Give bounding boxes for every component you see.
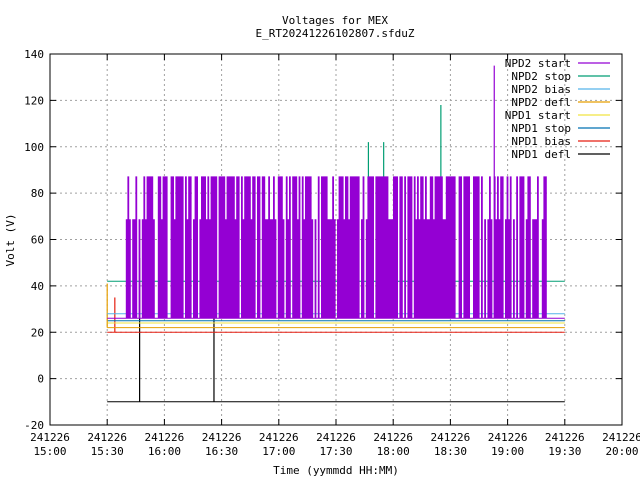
legend-label: NPD1 stop bbox=[511, 122, 571, 135]
legend-label: NPD2 stop bbox=[511, 70, 571, 83]
y-tick-label: 20 bbox=[31, 326, 44, 339]
x-tick-label-time: 19:30 bbox=[548, 445, 581, 458]
legend-label: NPD2 bias bbox=[511, 83, 571, 96]
x-tick-label-time: 16:00 bbox=[148, 445, 181, 458]
x-tick-label-date: 241226 bbox=[202, 431, 242, 444]
x-tick-label-time: 18:30 bbox=[434, 445, 467, 458]
x-tick-label-date: 241226 bbox=[316, 431, 356, 444]
series-line bbox=[107, 176, 565, 319]
y-tick-label: 60 bbox=[31, 234, 44, 247]
x-tick-label-date: 241226 bbox=[373, 431, 413, 444]
x-tick-label-time: 16:30 bbox=[205, 445, 238, 458]
x-tick-label-date: 241226 bbox=[545, 431, 585, 444]
y-tick-label: 0 bbox=[37, 373, 44, 386]
x-tick-label-date: 241226 bbox=[431, 431, 471, 444]
x-tick-label-date: 241226 bbox=[259, 431, 299, 444]
y-tick-label: 100 bbox=[24, 141, 44, 154]
x-tick-label-date: 241226 bbox=[488, 431, 528, 444]
plot-series bbox=[106, 65, 565, 403]
y-axis-label: Volt (V) bbox=[4, 214, 17, 267]
legend-label: NPD2 start bbox=[505, 57, 571, 70]
legend-label: NPD1 start bbox=[505, 109, 571, 122]
x-tick-label-time: 15:00 bbox=[33, 445, 66, 458]
chart-subtitle: E_RT20241226102807.sfduZ bbox=[256, 27, 415, 40]
x-tick-label-date: 241226 bbox=[602, 431, 640, 444]
y-tick-label: 140 bbox=[24, 48, 44, 61]
x-tick-label-time: 19:00 bbox=[491, 445, 524, 458]
x-tick-label-time: 20:00 bbox=[605, 445, 638, 458]
x-axis-label: Time (yymmdd HH:MM) bbox=[273, 464, 399, 477]
voltage-chart: Voltages for MEX E_RT20241226102807.sfdu… bbox=[4, 14, 640, 477]
legend: NPD2 startNPD2 stopNPD2 biasNPD2 deflNPD… bbox=[505, 57, 610, 161]
x-tick-label-date: 241226 bbox=[87, 431, 127, 444]
x-tick-label-time: 17:30 bbox=[319, 445, 352, 458]
x-tick-label-time: 18:00 bbox=[377, 445, 410, 458]
y-tick-label: 40 bbox=[31, 280, 44, 293]
y-tick-label: 120 bbox=[24, 94, 44, 107]
x-tick-label-time: 17:00 bbox=[262, 445, 295, 458]
x-tick-label-time: 15:30 bbox=[91, 445, 124, 458]
chart-title: Voltages for MEX bbox=[282, 14, 388, 27]
legend-label: NPD1 bias bbox=[511, 135, 571, 148]
x-tick-label-date: 241226 bbox=[30, 431, 70, 444]
y-tick-label: 80 bbox=[31, 187, 44, 200]
legend-label: NPD1 defl bbox=[511, 148, 571, 161]
legend-label: NPD2 defl bbox=[511, 96, 571, 109]
x-tick-label-date: 241226 bbox=[145, 431, 185, 444]
